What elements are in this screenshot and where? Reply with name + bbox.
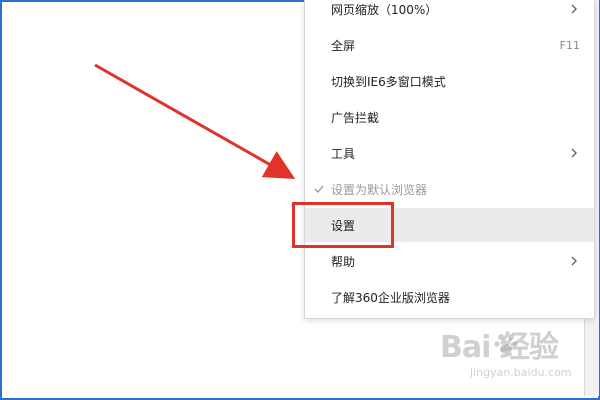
menu-item-ie6-mode[interactable]: 切换到IE6多窗口模式 [305,64,594,98]
paw-icon [494,334,518,354]
menu-item-label: 广告拦截 [331,110,380,125]
menu-item-ad-block[interactable]: 广告拦截 [305,100,594,134]
menu-item-label: 了解360企业版浏览器 [331,290,450,305]
watermark-url: jingyan.baidu.com [470,366,572,379]
menu-item-fullscreen[interactable]: 全屏 F11 [305,28,594,62]
menu-item-enterprise[interactable]: 了解360企业版浏览器 [305,280,594,314]
menu-item-label: 全屏 [331,38,356,53]
chevron-right-icon [571,148,577,158]
baidu-watermark: Bai 经验 jingyan.baidu.com [440,318,590,388]
menu-item-zoom[interactable]: 网页缩放（100%） [305,0,594,26]
menu-item-label: 帮助 [331,254,356,269]
menu-item-label: 网页缩放（100%） [331,2,438,17]
browser-dropdown-menu: 网页缩放（100%） 全屏 F11 切换到IE6多窗口模式 广告拦截 工具 设置… [304,0,595,319]
menu-item-tools[interactable]: 工具 [305,136,594,170]
checkmark-icon [314,185,324,193]
menu-item-label: 工具 [331,146,356,161]
menu-item-label: 设置为默认浏览器 [331,182,428,197]
menu-item-set-default-browser[interactable]: 设置为默认浏览器 [305,172,594,206]
chevron-right-icon [571,4,577,14]
chevron-right-icon [571,256,577,266]
menu-item-shortcut: F11 [559,38,580,52]
annotation-highlight-box [292,202,394,248]
menu-item-help[interactable]: 帮助 [305,244,594,278]
menu-item-label: 切换到IE6多窗口模式 [331,74,446,89]
